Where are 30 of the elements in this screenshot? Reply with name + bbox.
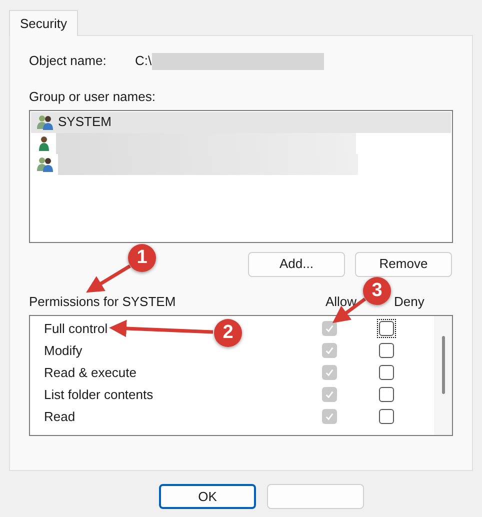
checkbox[interactable] [379, 409, 394, 424]
scrollbar[interactable] [434, 316, 452, 434]
column-header: Deny [394, 292, 424, 311]
permission-name: Read [44, 408, 76, 426]
button[interactable]: Add... [248, 252, 345, 276]
users-icon [36, 114, 54, 130]
column-header: Allow [325, 292, 357, 311]
permission-name: Full control [44, 320, 108, 338]
permission-name: List folder contents [44, 386, 154, 404]
check-icon [324, 412, 334, 421]
check-icon [324, 368, 334, 377]
user-icon [36, 135, 52, 151]
tab[interactable]: Security [9, 10, 78, 36]
checkbox[interactable] [379, 343, 394, 358]
check-icon [324, 346, 334, 355]
object-path: C:\ [135, 52, 152, 70]
permission-name: Read & execute [44, 364, 137, 382]
list-item[interactable]: SYSTEM [31, 112, 451, 132]
check-icon [324, 390, 334, 399]
field-label: Object name: [29, 52, 108, 70]
checkbox[interactable] [379, 387, 394, 402]
arrow [86, 264, 131, 293]
dialog-button[interactable]: OK [159, 484, 256, 509]
checkbox[interactable] [379, 365, 394, 380]
users-icon [36, 156, 54, 172]
button[interactable]: Remove [355, 252, 452, 276]
field-label: Group or user names: [29, 88, 156, 106]
permission-name: Modify [44, 342, 82, 360]
check-icon [324, 324, 334, 333]
section-label: Permissions for SYSTEM [29, 292, 176, 311]
